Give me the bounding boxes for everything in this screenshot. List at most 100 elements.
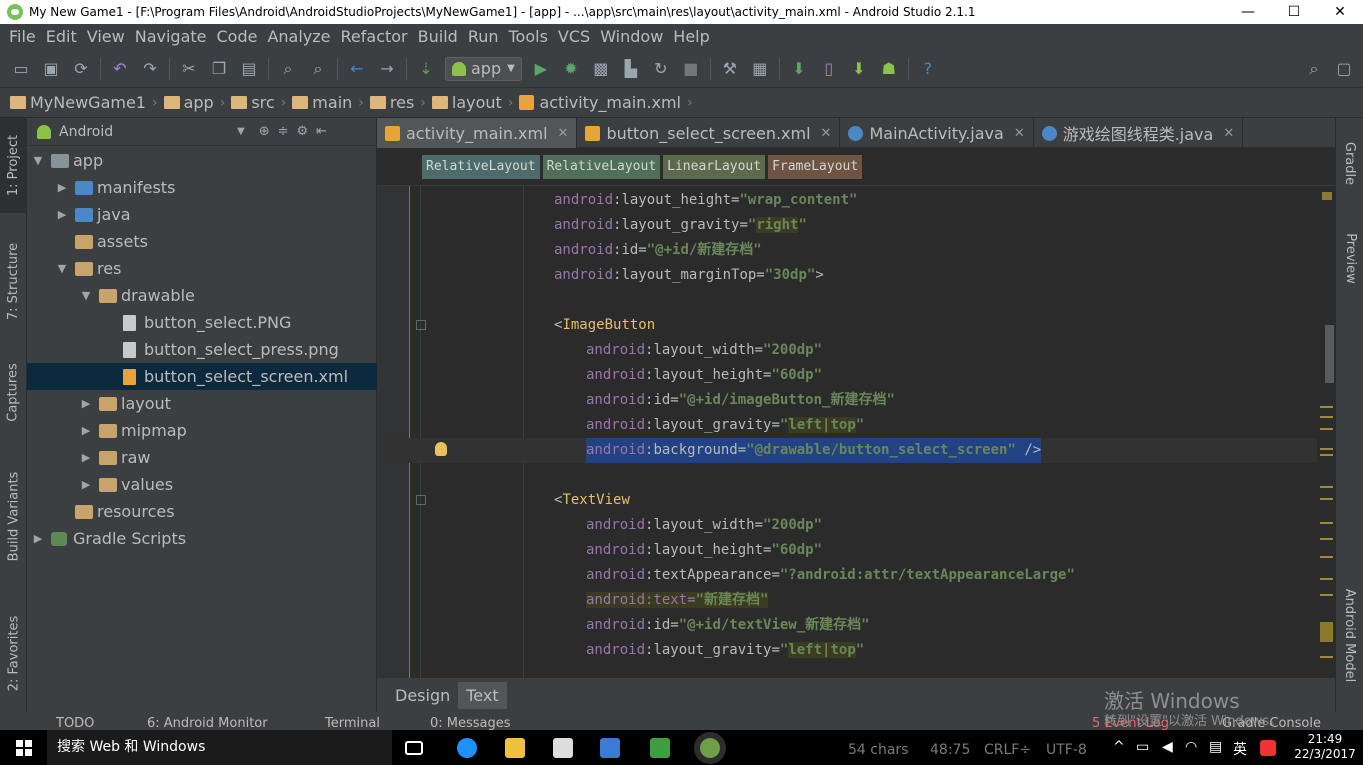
warning-marker[interactable] <box>1320 448 1333 450</box>
code-line[interactable]: <ImageButton <box>377 313 1317 338</box>
code-line[interactable] <box>377 288 1317 313</box>
menu-run[interactable]: Run <box>463 24 504 50</box>
forward-icon[interactable]: → <box>376 58 398 80</box>
chevron-down-icon[interactable]: ▼ <box>237 126 245 137</box>
tab-design[interactable]: Design <box>387 682 458 709</box>
code-line[interactable]: android:layout_height="wrap_content" <box>377 188 1317 213</box>
make-project-icon[interactable]: ⇣ <box>415 58 437 80</box>
warning-marker[interactable] <box>1320 416 1333 418</box>
warning-marker[interactable] <box>1320 538 1333 540</box>
close-tab-icon[interactable]: ✕ <box>1014 126 1025 141</box>
tab-android-monitor[interactable]: 6: Android Monitor <box>147 716 268 730</box>
collapsed-arrow-icon[interactable]: ▶ <box>31 532 45 545</box>
close-tab-icon[interactable]: ✕ <box>1223 126 1234 141</box>
code-line[interactable]: android:layout_height="60dp" <box>377 363 1317 388</box>
menu-edit[interactable]: Edit <box>41 24 82 50</box>
collapsed-arrow-icon[interactable]: ▶ <box>79 424 93 437</box>
tag-crumb[interactable]: RelativeLayout <box>422 154 540 179</box>
search-everywhere-icon[interactable]: ⌕ <box>1303 58 1325 80</box>
tab-structure[interactable]: 7: Structure <box>0 226 27 336</box>
minimize-button[interactable]: — <box>1225 0 1271 24</box>
tree-item[interactable]: ▶ raw <box>27 444 151 471</box>
copy-icon[interactable]: ❐ <box>208 58 230 80</box>
tag-crumb[interactable]: FrameLayout <box>768 154 863 179</box>
gear-icon[interactable]: ⚙ <box>297 124 309 139</box>
warning-marker[interactable] <box>1320 454 1333 456</box>
menu-file[interactable]: File <box>4 24 41 50</box>
code-line[interactable]: android:layout_marginTop="30dp"> <box>377 263 1317 288</box>
collapsed-arrow-icon[interactable]: ▶ <box>79 397 93 410</box>
volume-icon[interactable]: ◀ <box>1162 739 1173 755</box>
code-line[interactable]: android:background="@drawable/button_sel… <box>377 438 1317 463</box>
close-tab-icon[interactable]: ✕ <box>821 126 832 141</box>
replace-icon[interactable]: ⌕ <box>307 58 329 80</box>
warning-marker[interactable] <box>1320 594 1333 596</box>
code-line[interactable]: android:layout_width="200dp" <box>377 513 1317 538</box>
tab-captures[interactable]: Captures <box>0 346 27 438</box>
tab-messages[interactable]: 0: Messages <box>430 716 511 730</box>
settings-icon[interactable]: ▦ <box>749 58 771 80</box>
tree-item[interactable]: ▼ app <box>27 147 103 174</box>
help-icon[interactable]: ? <box>917 58 939 80</box>
fold-marker-icon[interactable] <box>416 495 426 505</box>
tree-item[interactable]: ▶ manifests <box>27 174 176 201</box>
editor-tab[interactable]: activity_main.xml ✕ <box>377 118 578 148</box>
green-app-icon[interactable] <box>650 738 670 758</box>
redo-icon[interactable]: ↷ <box>139 58 161 80</box>
tree-item[interactable]: button_select.PNG <box>27 309 291 336</box>
tab-preview[interactable]: Preview <box>1336 218 1363 298</box>
tree-item[interactable]: ▶ layout <box>27 390 171 417</box>
edge-browser-icon[interactable] <box>457 738 477 758</box>
wifi-icon[interactable]: ◠ <box>1185 739 1197 755</box>
error-stripe[interactable] <box>1317 186 1335 678</box>
warning-marker[interactable] <box>1320 556 1333 558</box>
menu-window[interactable]: Window <box>595 24 668 50</box>
tab-project[interactable]: 1: Project <box>0 118 27 213</box>
run-coverage-icon[interactable]: ▙ <box>620 58 642 80</box>
run-configuration-select[interactable]: app ▼ <box>445 56 522 81</box>
menu-navigate[interactable]: Navigate <box>130 24 212 50</box>
expanded-arrow-icon[interactable]: ▼ <box>31 154 45 167</box>
warning-marker[interactable] <box>1320 522 1333 524</box>
code-line[interactable]: android:text="新建存档" <box>377 588 1317 613</box>
code-line[interactable]: android:layout_gravity="right" <box>377 213 1317 238</box>
avd-manager-icon[interactable]: ▯ <box>818 58 840 80</box>
code-line[interactable]: android:layout_gravity="left|top" <box>377 413 1317 438</box>
paste-icon[interactable]: ▤ <box>238 58 260 80</box>
sdk-manager-icon[interactable]: ⬇ <box>848 58 870 80</box>
tab-text[interactable]: Text <box>458 681 507 709</box>
tab-android-model[interactable]: Android Model <box>1336 568 1363 703</box>
editor-tab[interactable]: MainActivity.java ✕ <box>840 118 1034 148</box>
warning-marker[interactable] <box>1322 192 1332 200</box>
menu-build[interactable]: Build <box>413 24 463 50</box>
tab-favorites[interactable]: 2: Favorites <box>0 598 27 708</box>
tree-item[interactable]: resources <box>27 498 175 525</box>
lightbulb-icon[interactable] <box>435 442 447 456</box>
code-line[interactable]: android:textAppearance="?android:attr/te… <box>377 563 1317 588</box>
device-monitor-icon[interactable]: ⬇ <box>788 58 810 80</box>
warning-marker[interactable] <box>1320 578 1333 580</box>
menu-code[interactable]: Code <box>212 24 263 50</box>
android-studio-taskbar-icon[interactable] <box>700 738 720 758</box>
expanded-arrow-icon[interactable]: ▼ <box>79 289 93 302</box>
tree-item[interactable]: ▼ drawable <box>27 282 195 309</box>
rss-app-icon[interactable] <box>600 738 620 758</box>
code-line[interactable]: android:id="@+id/imageButton_新建存档" <box>377 388 1317 413</box>
tree-item[interactable]: ▼ res <box>27 255 122 282</box>
close-tab-icon[interactable]: ✕ <box>558 126 569 141</box>
chevron-up-icon[interactable]: ^ <box>1113 739 1125 755</box>
code-line[interactable]: android:layout_width="200dp" <box>377 338 1317 363</box>
tab-gradle[interactable]: Gradle <box>1336 128 1363 198</box>
taskbar-search-box[interactable]: 搜索 Web 和 Windows <box>47 730 392 765</box>
editor-tab[interactable]: 游戏绘图线程类.java ✕ <box>1034 118 1244 148</box>
expanded-arrow-icon[interactable]: ▼ <box>55 262 69 275</box>
store-icon[interactable] <box>553 738 573 758</box>
tree-item[interactable]: ▶ Gradle Scripts <box>27 525 186 552</box>
fold-marker-icon[interactable] <box>416 320 426 330</box>
breadcrumb-item[interactable]: MyNewGame1 › <box>10 93 164 112</box>
sync-icon[interactable]: ⟳ <box>70 58 92 80</box>
warning-marker[interactable] <box>1320 406 1333 408</box>
tree-item[interactable]: ▶ values <box>27 471 173 498</box>
breadcrumb-item[interactable]: layout › <box>431 93 520 112</box>
warning-marker[interactable] <box>1320 622 1333 642</box>
